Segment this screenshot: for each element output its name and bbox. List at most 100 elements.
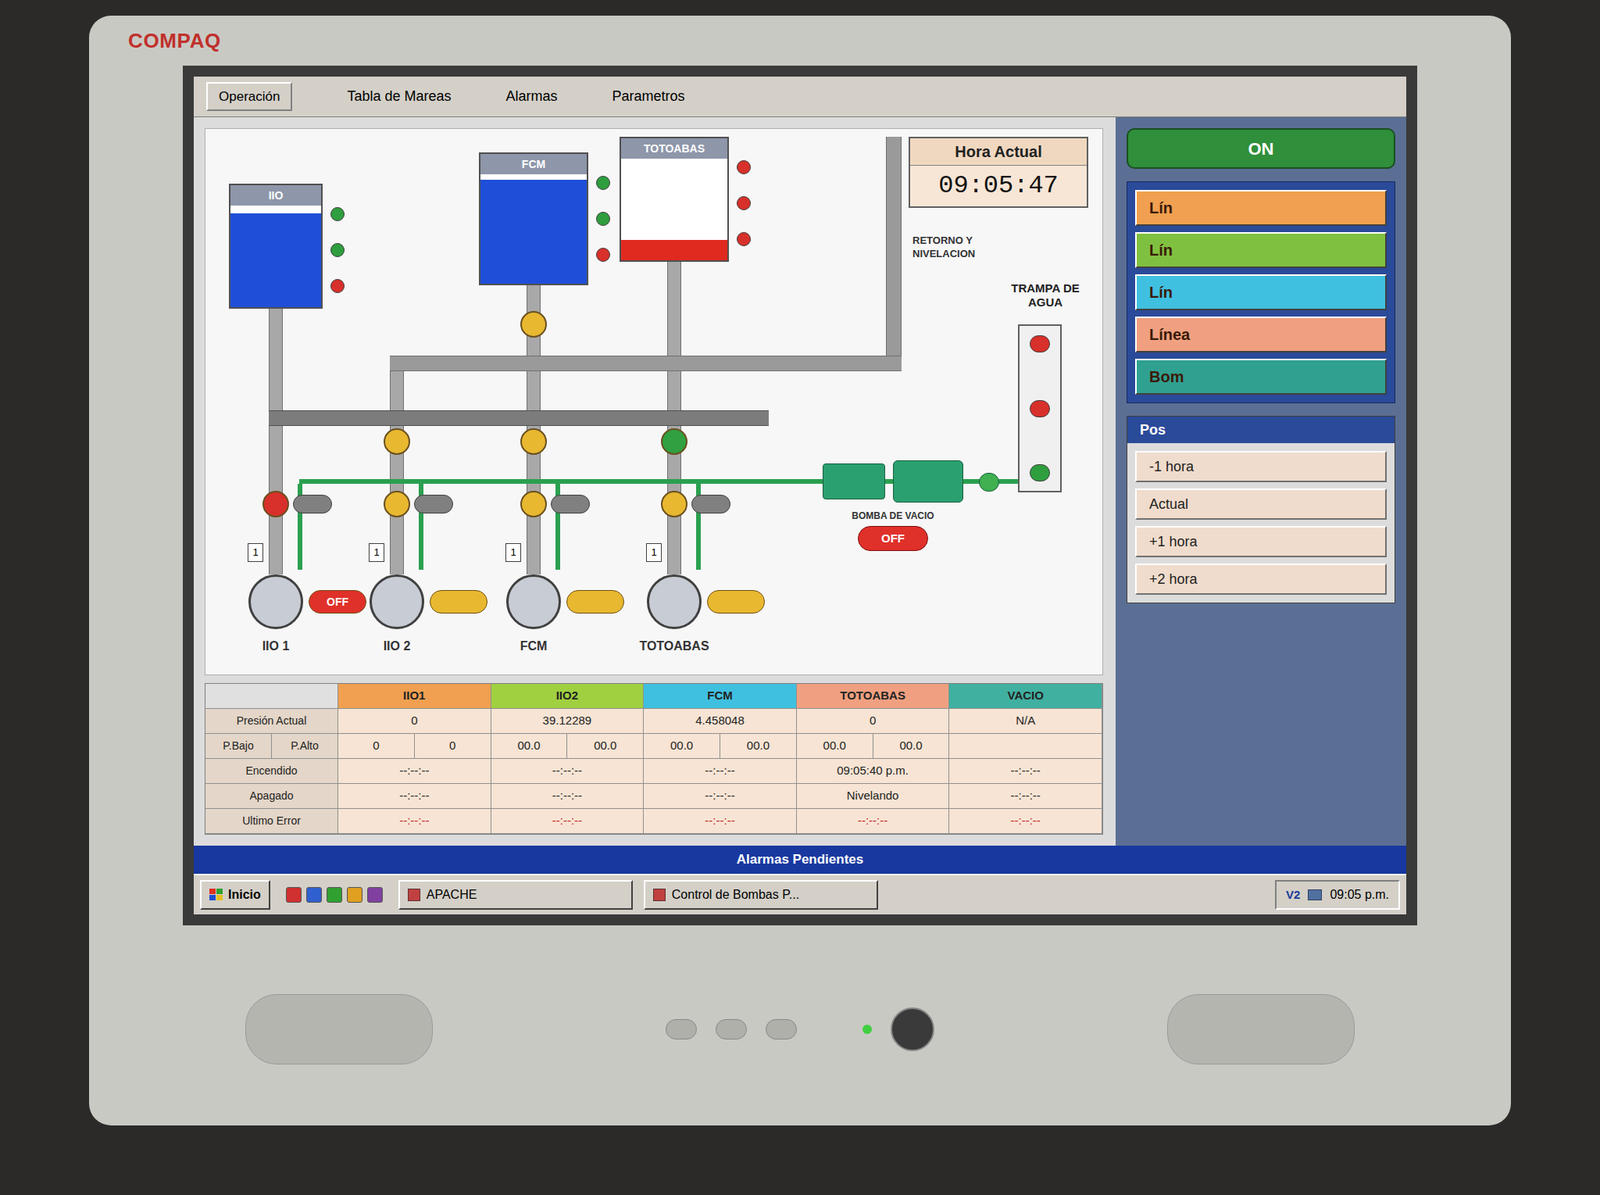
line-button[interactable]: Lín — [1135, 189, 1387, 226]
cell-value: 0 — [338, 708, 491, 733]
pos-title: Pos — [1127, 416, 1395, 443]
pipe — [389, 355, 404, 575]
power-led — [862, 1024, 872, 1034]
app-icon[interactable] — [285, 886, 302, 903]
menu-button[interactable] — [665, 1018, 697, 1040]
tank-body — [621, 158, 728, 261]
status-light — [736, 160, 751, 175]
pos-button[interactable]: +1 hora — [1135, 525, 1387, 558]
table-cell: 4.458048 — [643, 708, 797, 734]
speaker-grille — [1167, 993, 1355, 1065]
line-button[interactable]: Lín — [1135, 274, 1387, 311]
valve-actuator — [691, 494, 731, 514]
table-cell: 09:05:40 p.m. — [796, 758, 950, 784]
valve[interactable] — [520, 310, 547, 338]
valve[interactable] — [383, 428, 411, 455]
diagram-panel: Hora Actual09:05:47IIOFCMTOTOABASRETORNO… — [193, 117, 1116, 846]
table-cell: --:--:-- — [338, 783, 492, 809]
valve[interactable] — [383, 490, 411, 518]
app-icon[interactable] — [306, 886, 322, 903]
row-label-text: P.Alto — [271, 733, 338, 758]
pump[interactable] — [646, 574, 702, 629]
pump-number: 1 — [505, 542, 522, 562]
row-label-text: P.Bajo — [205, 733, 272, 758]
pump-number: 1 — [368, 542, 385, 562]
table-cell: 39.12289 — [491, 708, 645, 734]
cell-value: --:--:-- — [338, 808, 491, 833]
menu-item[interactable]: Alarmas — [506, 85, 558, 108]
cell-value: --:--:-- — [949, 758, 1102, 783]
app-icon[interactable] — [346, 886, 363, 903]
cell-value: 09:05:40 p.m. — [796, 758, 950, 783]
network-icon[interactable] — [1307, 889, 1322, 900]
cell-value: --:--:-- — [338, 783, 491, 808]
status-light — [330, 242, 345, 258]
valve-actuator — [292, 494, 333, 514]
on-button[interactable]: ON — [1126, 128, 1396, 169]
vacuum-pump-status[interactable]: OFF — [857, 525, 929, 551]
valve[interactable] — [262, 490, 290, 518]
app-icon[interactable] — [367, 886, 383, 903]
tray-item[interactable]: V2 — [1285, 885, 1300, 904]
line-button[interactable]: Línea — [1135, 316, 1387, 353]
tank-fill-color — [230, 205, 322, 308]
pump[interactable] — [248, 574, 304, 629]
speaker-grille — [245, 993, 433, 1065]
clock-time: 09:05:47 — [910, 165, 1087, 207]
clock-label: Hora Actual — [910, 138, 1087, 166]
pump[interactable] — [506, 574, 561, 629]
menu-item[interactable]: Tabla de Mareas — [346, 85, 451, 108]
valve[interactable] — [660, 428, 688, 455]
pump-status[interactable] — [707, 589, 765, 614]
pump-status[interactable] — [566, 589, 625, 614]
windows-logo-icon — [209, 888, 224, 901]
cell-value: 39.12289 — [491, 708, 644, 733]
main-area: Hora Actual09:05:47IIOFCMTOTOABASRETORNO… — [193, 117, 1407, 846]
valve[interactable] — [520, 428, 547, 455]
tank-body — [230, 205, 322, 308]
power-button[interactable] — [890, 1007, 935, 1051]
pos-button[interactable]: Actual — [1135, 488, 1387, 520]
app-icon[interactable] — [326, 886, 343, 903]
vacuum-pump-label: BOMBA DE VACIO — [814, 508, 972, 523]
table-cell: --:--:-- — [491, 758, 645, 784]
taskbar-button-label: APACHE — [426, 885, 478, 904]
valve[interactable] — [660, 490, 688, 518]
pos-button[interactable]: +2 hora — [1135, 563, 1387, 595]
pump-number: 1 — [646, 542, 662, 562]
adjust-button[interactable] — [765, 1018, 797, 1040]
taskbar-button[interactable]: Control de Bombas P... — [643, 879, 879, 910]
water-trap — [1017, 324, 1062, 493]
table-cell: N/A — [949, 708, 1103, 734]
start-button[interactable]: Inicio — [200, 879, 271, 910]
status-light — [596, 211, 611, 226]
table-header: IIO2 — [491, 683, 645, 709]
tank-label: IIO — [230, 185, 322, 206]
tank-fill — [621, 239, 728, 261]
cell-value: --:--:-- — [643, 783, 797, 808]
pump-number: 1 — [247, 542, 264, 562]
row-label: Ultimo Error — [205, 808, 339, 834]
operation-button[interactable]: Operación — [206, 82, 293, 112]
monitor: COMPAQ OperaciónTabla de MareasAlarmasPa… — [89, 15, 1511, 1125]
table-cell: 0 — [338, 708, 492, 734]
menu-item[interactable]: Parametros — [612, 85, 686, 108]
cell-value: --:--:-- — [796, 808, 950, 833]
tank-fill-color — [480, 174, 587, 284]
pump[interactable] — [369, 574, 425, 629]
cell-value: --:--:-- — [643, 758, 797, 783]
taskbar-button[interactable]: APACHE — [398, 879, 633, 910]
pressure-table: IIO1IIO2FCMTOTOABASVACIOPresión Actual03… — [204, 682, 1104, 835]
pump-status[interactable]: OFF — [308, 589, 367, 614]
line-button[interactable]: Lín — [1135, 232, 1387, 268]
valve-actuator — [550, 494, 590, 514]
pump-status[interactable] — [429, 589, 488, 614]
valve-actuator — [414, 494, 454, 514]
pos-button[interactable]: -1 hora — [1135, 450, 1387, 483]
tank: TOTOABAS — [619, 136, 729, 262]
adjust-button[interactable] — [715, 1018, 747, 1040]
pos-panel: Pos -1 hora Actual +1 hora +2 hora — [1126, 415, 1396, 604]
line-button[interactable]: Bom — [1135, 358, 1387, 395]
app-icon — [653, 888, 666, 901]
valve[interactable] — [520, 490, 547, 518]
